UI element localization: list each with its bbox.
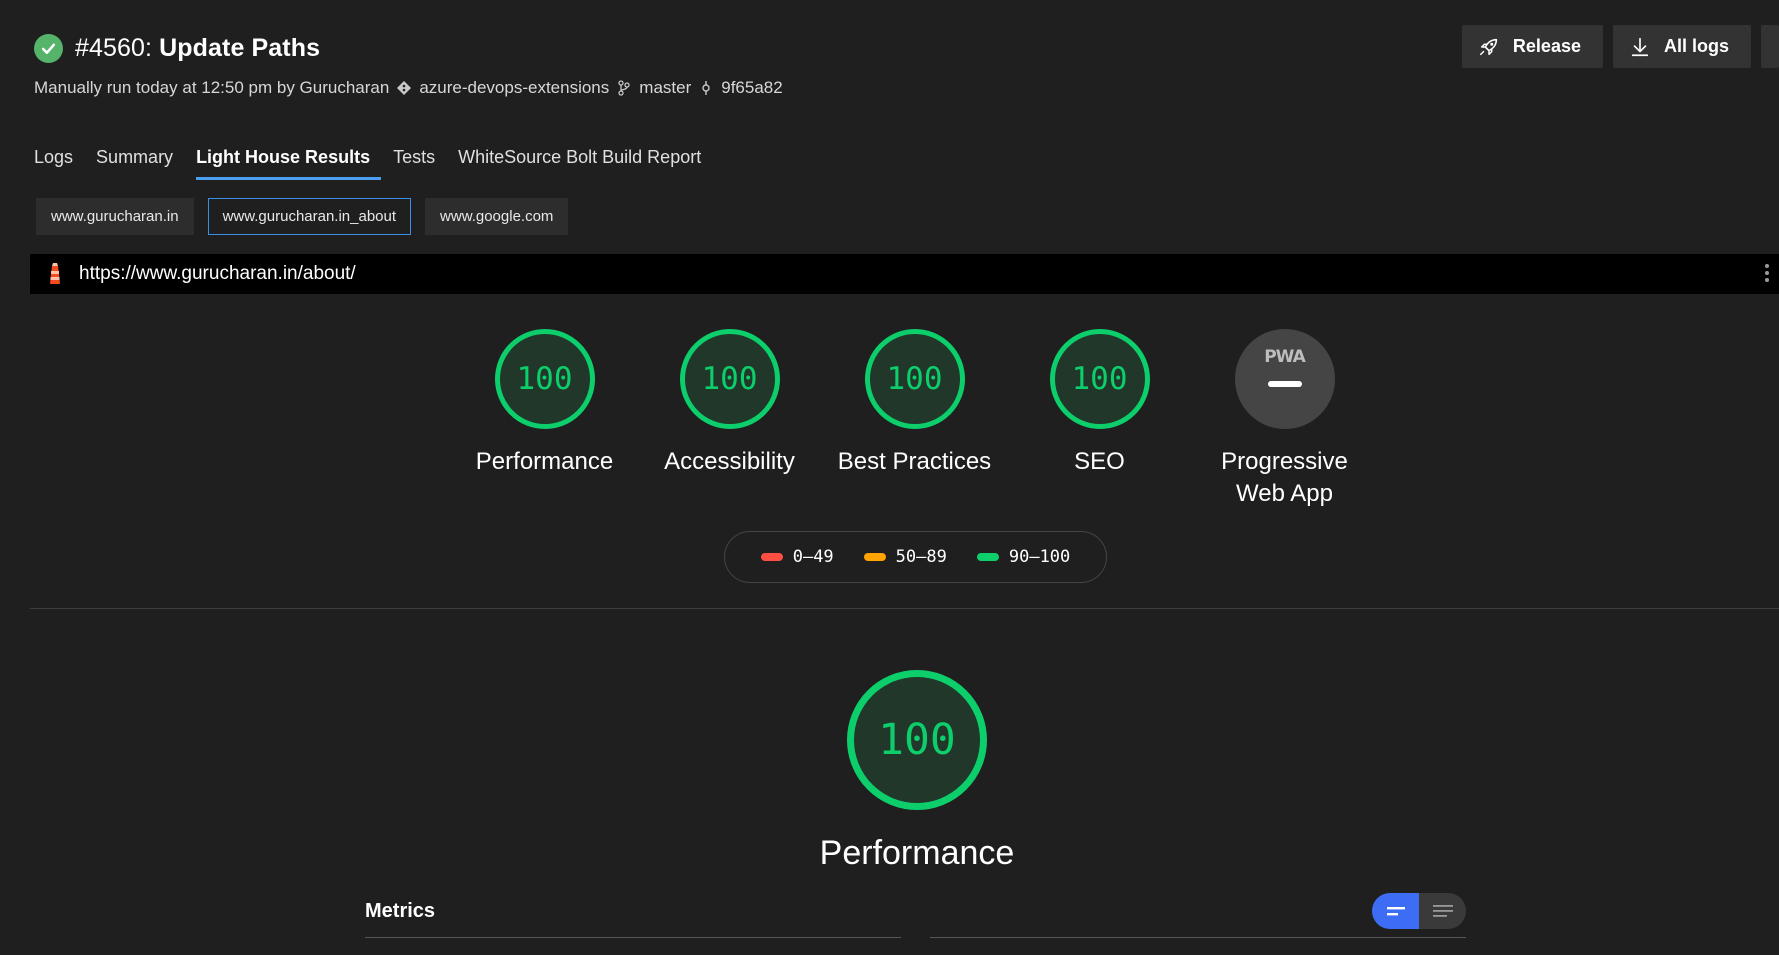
all-logs-button[interactable]: All logs	[1612, 25, 1751, 68]
report-url[interactable]: https://www.gurucharan.in/about/	[79, 263, 356, 285]
gauge-ring: 100	[494, 329, 595, 429]
report-url-tabs: www.gurucharan.in www.gurucharan.in_abou…	[36, 198, 569, 235]
gauge-score: 100	[516, 361, 573, 397]
gauge-label: Best Practices	[837, 448, 992, 475]
pwa-badge-text: PWA	[1264, 347, 1306, 367]
commit-link[interactable]: 9f65a82	[721, 78, 782, 98]
page-title: #4560: Update Paths	[75, 34, 320, 63]
gauge-ring: 100	[679, 329, 780, 429]
gauge-ring: 100	[847, 670, 987, 810]
pwa-badge-icon: PWA	[1234, 329, 1335, 429]
performance-section-gauge: 100 Performance	[797, 670, 1037, 873]
url-tab-google[interactable]: www.google.com	[425, 198, 569, 235]
tab-summary[interactable]: Summary	[96, 147, 184, 180]
legend-range: 50–89	[895, 547, 947, 567]
metrics-divider	[365, 937, 901, 938]
title-row: #4560: Update Paths	[34, 34, 783, 63]
url-tab-gurucharan-about[interactable]: www.gurucharan.in_about	[207, 198, 412, 235]
release-label: Release	[1512, 36, 1581, 56]
branch-icon	[618, 80, 630, 96]
build-tabs: Logs Summary Light House Results Tests W…	[34, 147, 724, 180]
commit-icon	[702, 81, 710, 95]
expanded-view-icon	[1432, 905, 1453, 917]
lighthouse-logo-icon	[50, 263, 60, 284]
run-trigger-text: Manually run today at 12:50 pm by Guruch…	[34, 78, 390, 97]
section-divider	[30, 608, 1779, 609]
pwa-dash	[1267, 381, 1302, 387]
release-button[interactable]: Release	[1461, 25, 1603, 68]
branch-link[interactable]: master	[639, 78, 691, 98]
compact-view-button[interactable]	[1372, 893, 1419, 929]
success-check-icon	[34, 34, 63, 63]
legend-pass: 90–100	[976, 547, 1071, 567]
gauge-label: SEO	[1074, 448, 1125, 475]
metrics-view-toggle[interactable]	[1372, 893, 1466, 929]
repo-icon	[397, 81, 412, 95]
gauge-label: Progressive Web App	[1221, 446, 1348, 510]
gauge-label: Accessibility	[664, 448, 795, 475]
download-icon	[1631, 37, 1649, 56]
gauge-performance[interactable]: 100 Performance	[452, 329, 637, 510]
legend-swatch-green	[976, 553, 999, 561]
legend-swatch-orange	[863, 553, 886, 561]
more-actions-button[interactable]	[1761, 25, 1779, 68]
gauge-seo[interactable]: 100 SEO	[1007, 329, 1192, 510]
gauge-score: 100	[701, 361, 758, 397]
pwa-label-line1: Progressive	[1221, 448, 1348, 475]
score-legend: 0–49 50–89 90–100	[724, 531, 1107, 583]
repo-link[interactable]: azure-devops-extensions	[419, 78, 609, 98]
legend-average: 50–89	[863, 547, 947, 567]
gauge-score: 100	[886, 361, 943, 397]
gauge-accessibility[interactable]: 100 Accessibility	[637, 329, 822, 510]
gauge-pwa[interactable]: PWA Progressive Web App	[1192, 329, 1377, 510]
tab-tests[interactable]: Tests	[393, 147, 446, 180]
run-info: Manually run today at 12:50 pm by Guruch…	[34, 78, 783, 98]
gauge-score: 100	[878, 715, 956, 765]
legend-swatch-red	[760, 553, 783, 561]
url-tab-gurucharan[interactable]: www.gurucharan.in	[36, 198, 194, 235]
legend-fail: 0–49	[760, 547, 834, 567]
legend-range: 0–49	[792, 547, 834, 567]
lighthouse-topbar: https://www.gurucharan.in/about/	[30, 254, 1779, 294]
gauge-best-practices[interactable]: 100 Best Practices	[822, 329, 1007, 510]
all-logs-label: All logs	[1663, 36, 1729, 56]
rocket-icon	[1479, 38, 1498, 55]
run-number: #4560:	[75, 34, 153, 62]
category-gauges: 100 Performance 100 Accessibility 100 Be…	[452, 329, 1377, 510]
toolbar: Release All logs	[1461, 25, 1779, 68]
expanded-view-button[interactable]	[1419, 893, 1466, 929]
run-header: #4560: Update Paths Manually run today a…	[34, 34, 783, 98]
tab-light-house-results[interactable]: Light House Results	[196, 147, 382, 180]
metrics-divider	[930, 937, 1466, 938]
gauge-ring: 100	[1049, 329, 1150, 429]
gauge-score: 100	[1071, 361, 1128, 397]
gauge-label: Performance	[475, 448, 614, 475]
gauge-ring: 100	[864, 329, 965, 429]
compact-view-icon	[1386, 907, 1405, 916]
tab-logs[interactable]: Logs	[34, 147, 84, 180]
metrics-heading: Metrics	[365, 900, 436, 922]
run-title: Update Paths	[159, 34, 321, 62]
section-title: Performance	[819, 834, 1015, 872]
tab-whitesource-bolt[interactable]: WhiteSource Bolt Build Report	[458, 147, 712, 180]
legend-range: 90–100	[1008, 547, 1071, 567]
report-menu-icon[interactable]	[1765, 264, 1771, 282]
pwa-label-line2: Web App	[1236, 480, 1333, 507]
